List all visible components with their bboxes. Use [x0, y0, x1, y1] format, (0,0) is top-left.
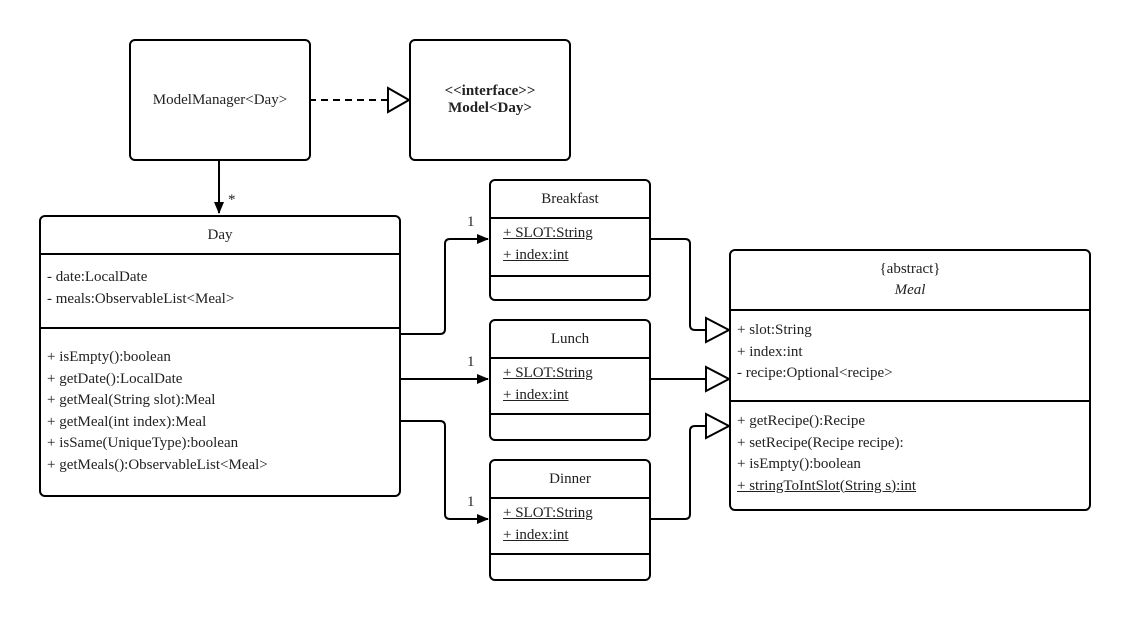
method: + isEmpty():boolean: [737, 456, 861, 472]
method: + getMeal(String slot):Meal: [47, 392, 216, 408]
attributes-section: + slot:String + index:int - recipe:Optio…: [731, 311, 1089, 400]
hollow-triangle-arrow-icon: [387, 86, 412, 114]
method: + isEmpty():boolean: [47, 349, 171, 365]
generalization-breakfast-meal: [651, 238, 732, 344]
attribute: - date:LocalDate: [47, 269, 148, 285]
interface-stereotype: <<interface>>: [444, 83, 536, 99]
multiplicity-day-breakfast: 1: [467, 214, 475, 230]
attribute: - meals:ObservableList<Meal>: [47, 290, 235, 307]
class-name: Breakfast: [541, 190, 599, 207]
attributes-section: + SLOT:String + index:int: [491, 499, 649, 553]
static-attribute: + SLOT:String: [503, 505, 593, 521]
method: + getRecipe():Recipe: [737, 413, 865, 429]
method: + getMeals():ObservableList<Meal>: [47, 456, 268, 473]
methods-section: [491, 413, 649, 419]
multiplicity-day-dinner: 1: [467, 494, 475, 510]
class-name: Day: [207, 226, 233, 243]
methods-section: [491, 553, 649, 559]
class-breakfast[interactable]: Breakfast + SLOT:String + index:int: [489, 179, 651, 301]
static-attribute: + SLOT:String: [503, 365, 593, 381]
attribute: - recipe:Optional<recipe>: [737, 365, 893, 381]
static-method: + stringToIntSlot(String s):int: [737, 477, 917, 494]
static-attribute: + index:int: [503, 526, 569, 543]
class-model-manager[interactable]: ModelManager<Day>: [129, 39, 311, 161]
class-header: Day: [41, 217, 399, 255]
class-day[interactable]: Day - date:LocalDate - meals:ObservableL…: [39, 215, 401, 497]
methods-section: + isEmpty():boolean + getDate():LocalDat…: [41, 327, 399, 476]
methods-section: + getRecipe():Recipe + setRecipe(Recipe …: [731, 400, 1089, 497]
class-name: Dinner: [549, 470, 591, 487]
attribute: + slot:String: [737, 322, 812, 338]
method: + setRecipe(Recipe recipe):: [737, 434, 904, 451]
static-attribute: + index:int: [503, 246, 569, 263]
realization-connector: [309, 86, 412, 114]
association-day-breakfast: [401, 234, 489, 335]
static-attribute: + index:int: [503, 386, 569, 403]
method: + getDate():LocalDate: [47, 370, 183, 387]
generalization-dinner-meal: [651, 412, 732, 520]
class-name: Meal: [894, 282, 926, 298]
class-name: ModelManager<Day>: [152, 91, 288, 108]
class-name: Lunch: [550, 330, 590, 347]
class-stereotype: {abstract}: [879, 261, 941, 277]
class-meal[interactable]: {abstract} Meal + slot:String + index:in…: [729, 249, 1091, 511]
attributes-section: + SLOT:String + index:int: [491, 219, 649, 275]
method: + getMeal(int index):Meal: [47, 413, 207, 430]
attributes-section: - date:LocalDate - meals:ObservableList<…: [41, 255, 399, 327]
attribute: + index:int: [737, 343, 803, 360]
class-header: {abstract} Meal: [731, 251, 1089, 311]
association-day-dinner: [401, 420, 489, 524]
class-dinner[interactable]: Dinner + SLOT:String + index:int: [489, 459, 651, 581]
method: + isSame(UniqueType):boolean: [47, 435, 239, 451]
generalization-lunch-meal: [651, 365, 732, 393]
multiplicity-day-lunch: 1: [467, 354, 475, 370]
hollow-triangle-arrow-icon: [705, 365, 732, 393]
multiplicity-manager-day: *: [228, 192, 236, 208]
class-lunch[interactable]: Lunch + SLOT:String + index:int: [489, 319, 651, 441]
static-attribute: + SLOT:String: [503, 225, 593, 241]
hollow-triangle-arrow-icon: [705, 412, 732, 440]
hollow-triangle-arrow-icon: [705, 316, 732, 344]
methods-section: [491, 275, 649, 281]
attributes-section: + SLOT:String + index:int: [491, 359, 649, 413]
interface-model[interactable]: <<interface>> Model<Day>: [409, 39, 571, 161]
interface-name: Model<Day>: [448, 100, 532, 116]
